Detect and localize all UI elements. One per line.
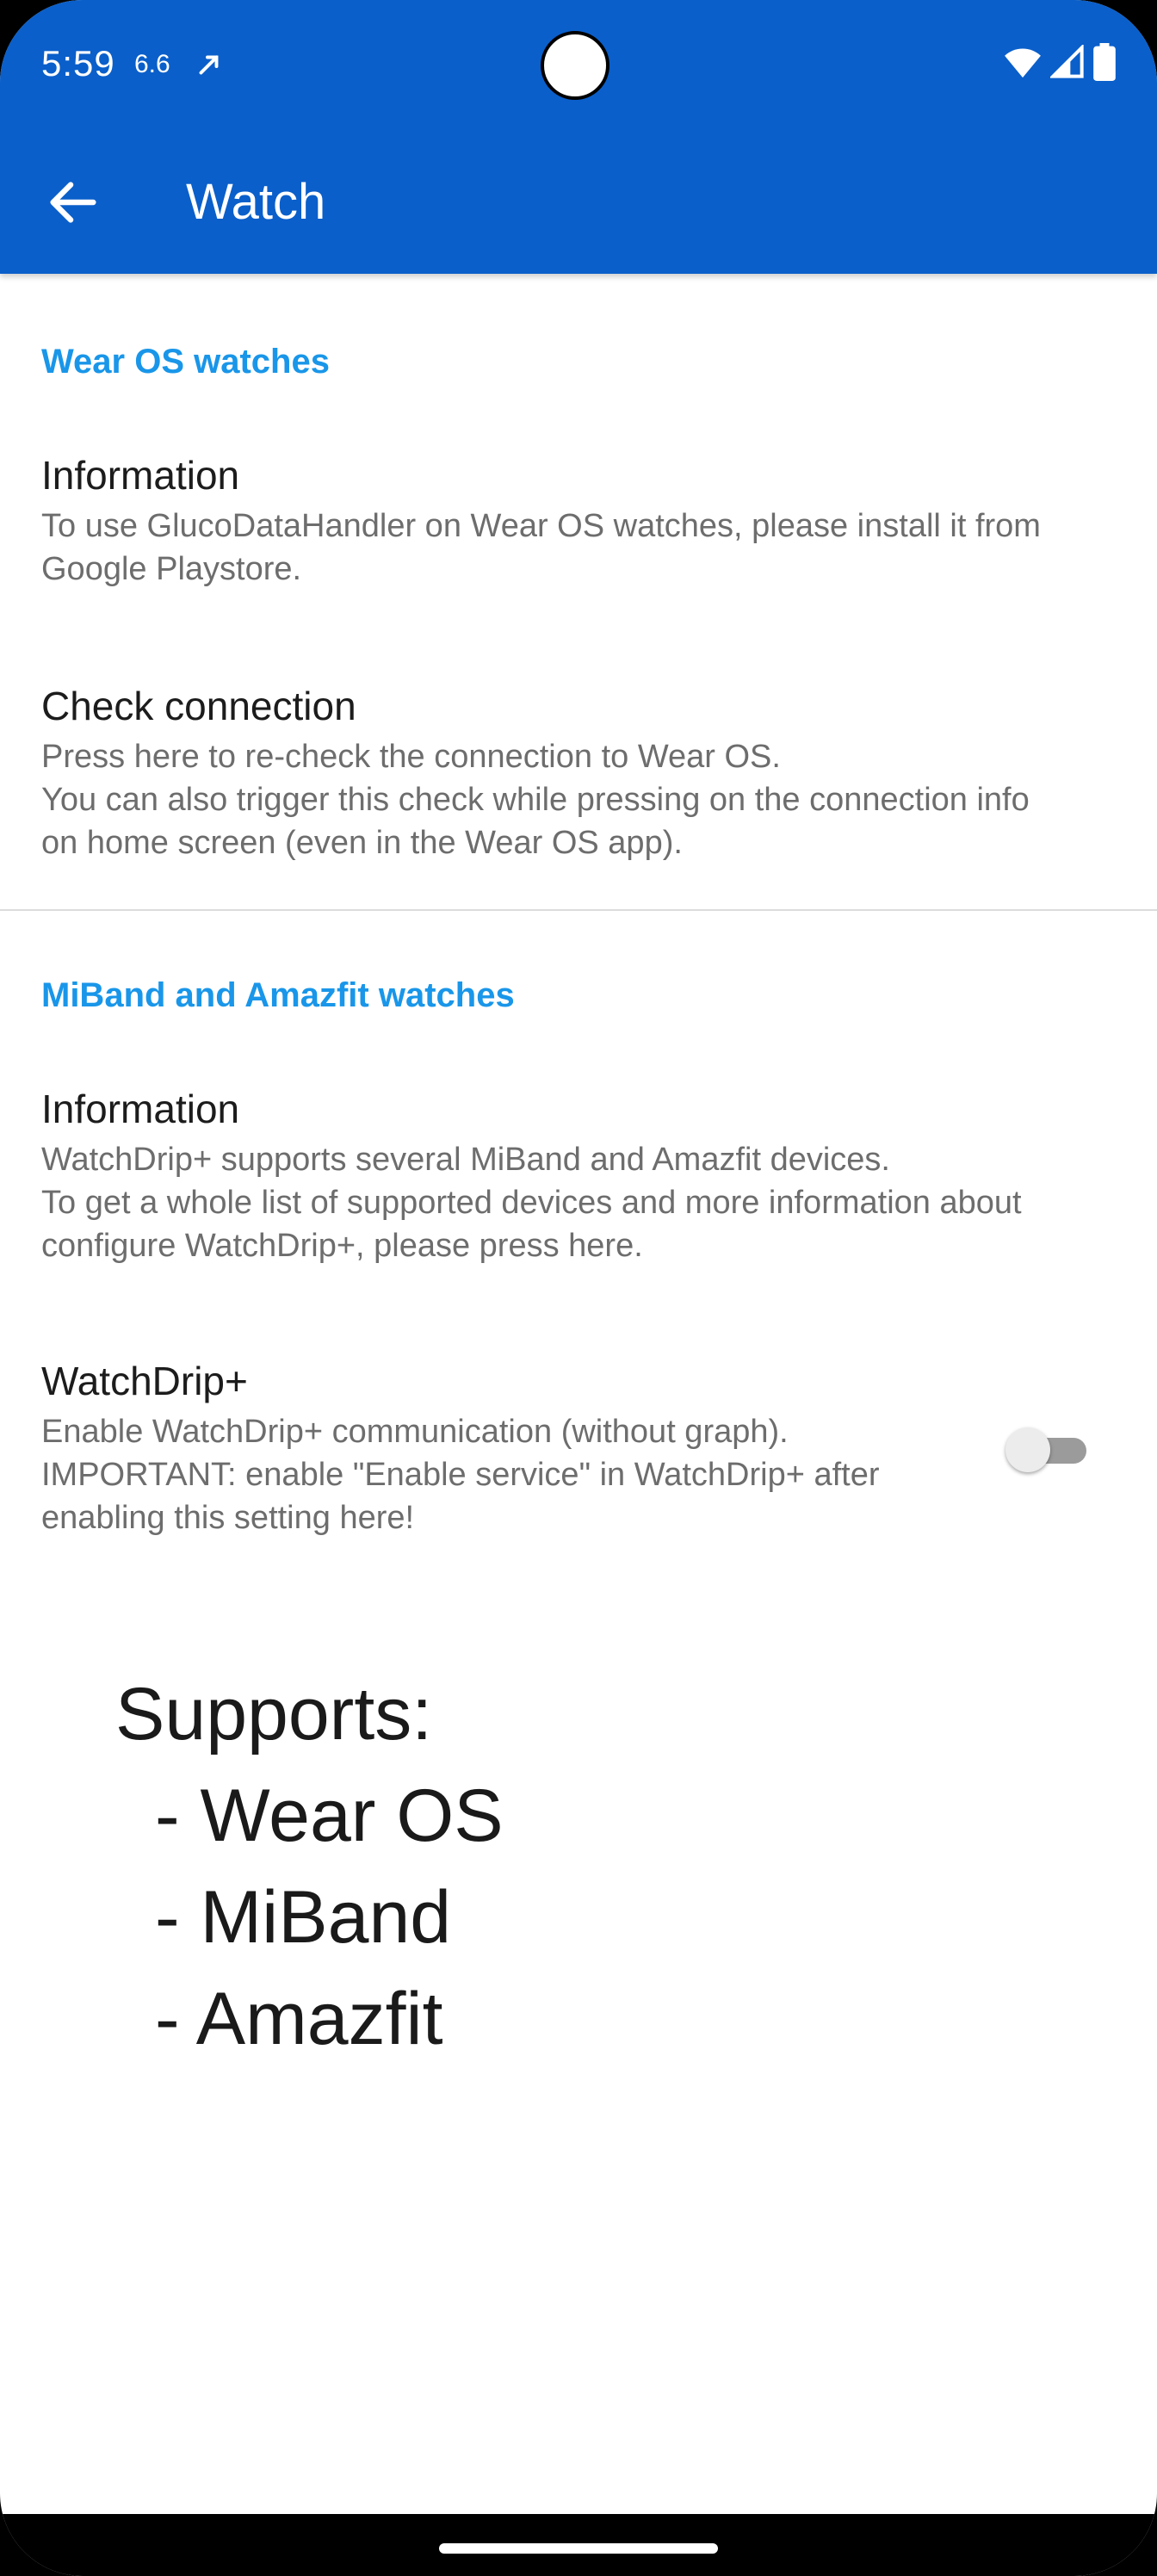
pref-title: Information bbox=[41, 453, 240, 498]
status-time: 5:59 bbox=[41, 43, 115, 84]
pref-watchdrip[interactable]: WatchDrip+ Enable WatchDrip+ communicati… bbox=[41, 1357, 971, 1539]
summary-line: Enable WatchDrip+ communication (without… bbox=[41, 1414, 789, 1450]
supports-item: - MiBand bbox=[155, 1876, 452, 1959]
section-header-wear-os: Wear OS watches bbox=[41, 343, 330, 381]
pref-summary: Enable WatchDrip+ communication (without… bbox=[41, 1410, 971, 1539]
supports-heading: Supports: bbox=[115, 1673, 433, 1756]
home-gesture-handle[interactable] bbox=[439, 2543, 718, 2554]
pref-title: Information bbox=[41, 1087, 240, 1131]
navigation-bar bbox=[0, 2514, 1157, 2576]
pref-wear-os-information[interactable]: Information To use GlucoDataHandler on W… bbox=[41, 451, 1074, 591]
supports-banner: Supports: - Wear OS - MiBand - Amazfit bbox=[115, 1663, 504, 2070]
battery-icon bbox=[1093, 43, 1116, 81]
pref-summary: WatchDrip+ supports several MiBand and A… bbox=[41, 1138, 1074, 1267]
section-header-miband-amazfit: MiBand and Amazfit watches bbox=[41, 976, 515, 1014]
signal-icon bbox=[1050, 45, 1084, 78]
screen: 5:59 6.6 Watch Wear OS watches Informati… bbox=[0, 0, 1157, 2576]
summary-line: Press here to re-check the connection to… bbox=[41, 739, 781, 775]
watchdrip-toggle[interactable] bbox=[1005, 1424, 1088, 1476]
status-icons bbox=[1004, 43, 1116, 81]
pref-summary: To use GlucoDataHandler on Wear OS watch… bbox=[41, 508, 1041, 587]
pref-title: Check connection bbox=[41, 684, 356, 728]
back-arrow-icon[interactable] bbox=[43, 172, 103, 232]
pref-check-connection[interactable]: Check connection Press here to re-check … bbox=[41, 682, 1074, 864]
summary-line: You can also trigger this check while pr… bbox=[41, 782, 1030, 861]
trend-arrow-icon bbox=[199, 55, 219, 75]
summary-line: To get a whole list of supported devices… bbox=[41, 1185, 1022, 1264]
app-bar: 5:59 6.6 Watch bbox=[0, 0, 1157, 274]
camera-cutout bbox=[541, 31, 609, 100]
page-title: Watch bbox=[186, 174, 326, 230]
pref-title: WatchDrip+ bbox=[41, 1359, 248, 1403]
supports-item: - Wear OS bbox=[155, 1774, 504, 1857]
wifi-icon bbox=[1005, 48, 1041, 78]
toggle-thumb bbox=[1005, 1427, 1050, 1472]
pref-summary: Press here to re-check the connection to… bbox=[41, 735, 1074, 864]
summary-line: WatchDrip+ supports several MiBand and A… bbox=[41, 1142, 890, 1178]
pref-miband-information[interactable]: Information WatchDrip+ supports several … bbox=[41, 1085, 1074, 1267]
supports-item: - Amazfit bbox=[155, 1978, 443, 2060]
section-divider bbox=[0, 909, 1157, 911]
summary-line: IMPORTANT: enable "Enable service" in Wa… bbox=[41, 1457, 880, 1536]
status-extra: 6.6 bbox=[134, 50, 170, 78]
